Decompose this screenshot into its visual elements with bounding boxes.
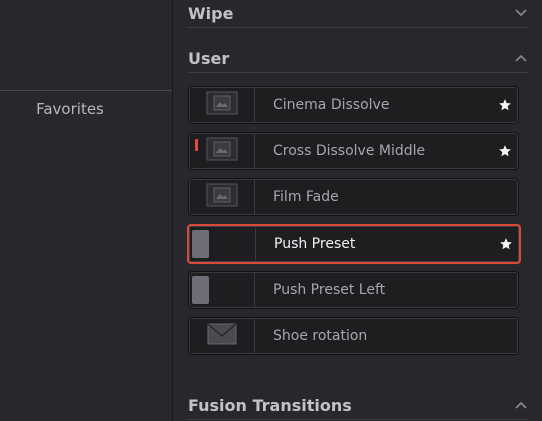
transition-thumbnail (189, 226, 256, 262)
chevron-up-icon[interactable] (514, 51, 528, 65)
left-sidebar: Favorites (0, 0, 172, 421)
section-header-user[interactable]: User (188, 44, 528, 73)
envelope-icon (207, 323, 237, 349)
transition-label: Cinema Dissolve (273, 97, 390, 113)
image-icon (206, 91, 238, 119)
favorite-star-icon[interactable] (499, 237, 513, 251)
push-bar-graphic (192, 230, 209, 258)
push-bar-graphic (192, 276, 209, 304)
transition-thumbnail (189, 133, 255, 169)
favorite-star-icon[interactable] (498, 98, 512, 112)
transition-thumbnail (189, 272, 255, 308)
chevron-up-icon[interactable] (514, 398, 528, 412)
transition-thumbnail (189, 87, 255, 123)
transition-label: Cross Dissolve Middle (273, 143, 426, 159)
transition-label: Push Preset Left (273, 282, 386, 298)
transition-item-cinema-dissolve[interactable]: Cinema Dissolve (188, 86, 519, 124)
section-title-wipe: Wipe (188, 3, 234, 23)
transition-thumbnail (189, 318, 255, 354)
image-icon (206, 137, 238, 165)
sidebar-item-favorites[interactable]: Favorites (0, 100, 140, 118)
transition-item-push-preset[interactable]: Push Preset (187, 224, 521, 264)
section-title-user: User (188, 48, 230, 68)
transitions-list: Wipe User Cinema Dissolve Cross Dissolve… (173, 0, 542, 421)
sidebar-divider (0, 90, 172, 91)
favorite-star-icon[interactable] (498, 144, 512, 158)
transition-label: Shoe rotation (273, 328, 368, 344)
transition-item-shoe-rotation[interactable]: Shoe rotation (188, 317, 519, 355)
effects-library-panel: Favorites Wipe User Cinema Dissolve Cros… (0, 0, 542, 421)
chevron-down-icon[interactable] (514, 6, 528, 20)
section-title-fusion-transitions: Fusion Transitions (188, 395, 352, 415)
transition-label: Film Fade (273, 189, 339, 205)
transition-thumbnail (189, 179, 255, 215)
transition-item-push-preset-left[interactable]: Push Preset Left (188, 271, 519, 309)
transition-item-cross-dissolve-middle[interactable]: Cross Dissolve Middle (188, 132, 519, 170)
section-header-fusion-transitions[interactable]: Fusion Transitions (188, 391, 528, 420)
section-header-wipe[interactable]: Wipe (188, 0, 528, 28)
transition-label: Push Preset (274, 236, 356, 252)
transition-item-film-fade[interactable]: Film Fade (188, 178, 519, 216)
image-icon (206, 183, 238, 211)
marker-indicator (195, 139, 198, 151)
